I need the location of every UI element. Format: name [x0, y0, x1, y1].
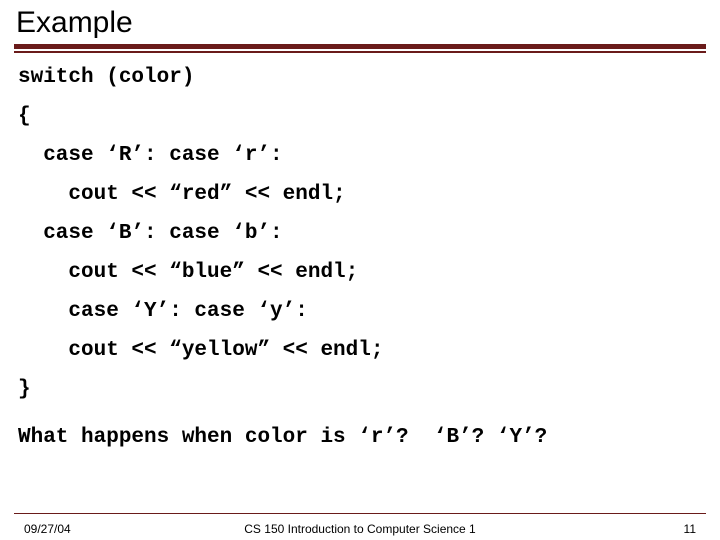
code-line: case ‘B’: case ‘b’:: [18, 223, 702, 244]
slide-title: Example: [0, 0, 720, 40]
question-text: What happens when color is ‘r’? ‘B’? ‘Y’…: [0, 418, 720, 449]
code-line: case ‘R’: case ‘r’:: [18, 145, 702, 166]
footer-course: CS 150 Introduction to Computer Science …: [14, 522, 706, 536]
code-line: cout << “yellow” << endl;: [18, 340, 702, 361]
code-line: switch (color): [18, 67, 702, 88]
code-line: {: [18, 106, 702, 127]
footer-page: 11: [684, 522, 696, 536]
code-line: cout << “blue” << endl;: [18, 262, 702, 283]
slide: Example switch (color) { case ‘R’: case …: [0, 0, 720, 540]
title-rule: [14, 44, 706, 49]
code-line: cout << “red” << endl;: [18, 184, 702, 205]
code-line: }: [18, 379, 702, 400]
footer-rule: [14, 513, 706, 514]
code-line: case ‘Y’: case ‘y’:: [18, 301, 702, 322]
code-block: switch (color) { case ‘R’: case ‘r’: cou…: [0, 53, 720, 400]
